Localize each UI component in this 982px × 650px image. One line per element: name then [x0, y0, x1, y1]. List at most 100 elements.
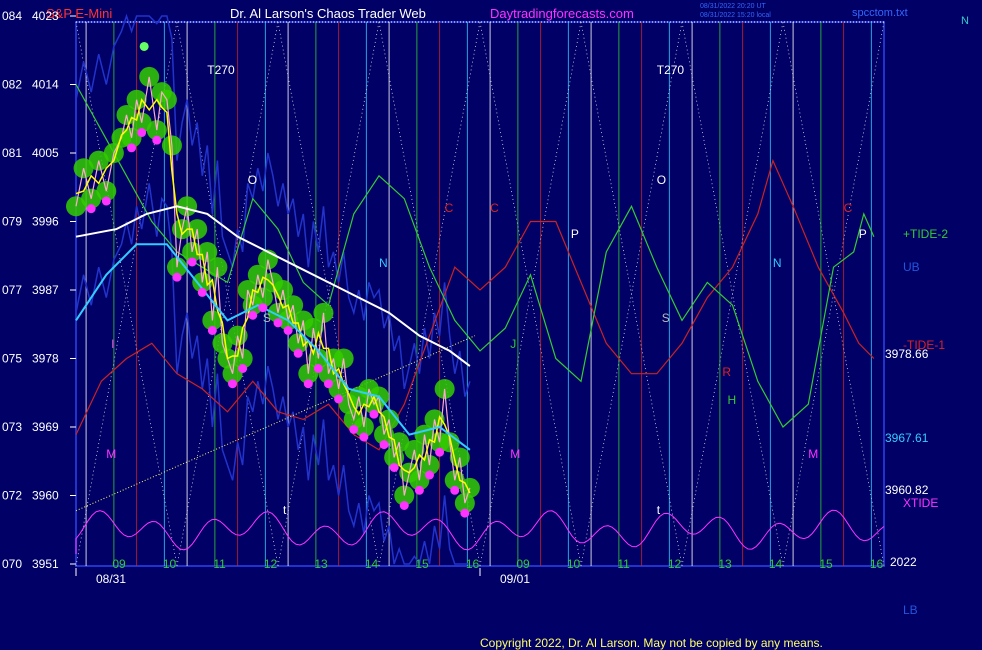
header-timestamp-utc: 08/31/2022 20:20 UT: [700, 3, 766, 10]
low-dot: [207, 325, 217, 335]
header-timestamp-local: 08/31/2022 15:20 local: [700, 12, 771, 19]
high-dot: [139, 41, 149, 51]
marker-r: R: [722, 365, 731, 379]
marker-p: P: [571, 227, 579, 241]
low-dot: [313, 364, 323, 373]
hour-label: 15: [819, 557, 833, 571]
low-dot: [414, 485, 424, 495]
label-value-price: 3960.82: [885, 483, 929, 497]
marker-c: C: [490, 201, 499, 215]
y-axis-price-label: 3951: [32, 557, 59, 571]
low-dot: [273, 318, 283, 328]
hour-label: 13: [718, 557, 732, 571]
low-dot: [425, 470, 434, 480]
marker-c: C: [844, 201, 853, 215]
low-dot: [283, 325, 293, 335]
y-axis-hi-label: 081: [2, 146, 22, 160]
low-dot: [450, 485, 460, 495]
marker-l: l: [111, 337, 114, 351]
hour-label: 09: [516, 557, 530, 571]
marker-t270: T270: [207, 63, 235, 77]
low-dot: [293, 348, 303, 358]
low-dot: [137, 128, 147, 138]
low-dot: [238, 364, 248, 373]
low-dot: [399, 501, 409, 510]
copyright-notice: Copyright 2022, Dr. Al Larson. May not b…: [480, 636, 823, 650]
date-label-2: 09/01: [500, 572, 530, 586]
low-dot: [152, 135, 162, 145]
hour-label: 09: [112, 557, 126, 571]
low-dot: [86, 204, 96, 214]
low-dot: [324, 379, 333, 389]
marker-o: O: [248, 173, 257, 187]
y-axis-price-label: 3996: [32, 215, 59, 229]
hour-label: 11: [213, 557, 226, 571]
label-value-cyan: 3967.61: [885, 431, 929, 445]
marker-m: M: [808, 447, 818, 461]
header-site: Dr. Al Larson's Chaos Trader Web: [230, 6, 426, 21]
low-dot: [359, 432, 369, 442]
y-axis-hi-label: 073: [2, 420, 22, 434]
chaos-chart: T270 T270O OC C CN NP PS SJRHM M Mt tl S&P E-Mini …: [0, 0, 982, 650]
marker-n: N: [773, 256, 782, 270]
label-tide2: +TIDE-2: [903, 227, 948, 241]
label-xtide: XTIDE: [903, 496, 938, 510]
hour-label: 15: [415, 557, 429, 571]
low-dot: [197, 287, 207, 297]
marker-s: S: [662, 311, 670, 325]
marker-j: J: [510, 337, 516, 351]
low-dot: [334, 394, 344, 404]
y-axis-hi-label: 079: [2, 215, 22, 229]
hour-label: 16: [870, 557, 884, 571]
low-dot: [460, 508, 470, 518]
y-axis-price-label: 4023: [32, 9, 59, 23]
header-file: spcctom.txt: [852, 7, 908, 19]
y-axis-price-label: 3978: [32, 352, 59, 366]
y-axis-hi-label: 072: [2, 489, 22, 503]
low-dot: [369, 409, 379, 419]
marker-s: S: [263, 311, 271, 325]
low-dot: [127, 143, 137, 153]
hour-label: 10: [163, 557, 177, 571]
hour-label: 12: [264, 557, 278, 571]
low-dot: [435, 447, 445, 457]
low-dot: [101, 196, 111, 206]
date-label-1: 08/31: [96, 572, 126, 586]
hour-label: 14: [365, 557, 379, 571]
marker-m: M: [510, 447, 520, 461]
low-dot: [379, 440, 389, 450]
low-dot: [187, 257, 197, 267]
label-ub: UB: [903, 260, 920, 274]
hour-label: 13: [314, 557, 328, 571]
y-axis-hi-label: 070: [2, 557, 22, 571]
hour-label: 10: [567, 557, 581, 571]
y-axis-hi-label: 075: [2, 352, 22, 366]
marker-c: C: [445, 201, 454, 215]
y-axis-hi-label: 077: [2, 283, 22, 297]
low-dot: [172, 272, 182, 282]
marker-p: P: [859, 227, 867, 241]
y-axis-hi-label: 082: [2, 78, 22, 92]
label-lb: LB: [903, 603, 918, 617]
marker-h: H: [727, 393, 736, 407]
low-dot: [228, 379, 238, 389]
y-axis-hi-label: 084: [2, 9, 22, 23]
hour-label: 11: [617, 557, 630, 571]
chart-background: [0, 0, 982, 650]
marker-n: N: [379, 256, 388, 270]
low-dot: [389, 462, 399, 472]
y-axis-price-label: 3960: [32, 489, 59, 503]
header-url[interactable]: Daytradingforecasts.com: [490, 6, 634, 21]
y-axis-price-label: 3987: [32, 283, 59, 297]
header-corner-n: N: [961, 15, 969, 27]
marker-o: O: [657, 173, 666, 187]
low-dot: [349, 424, 359, 434]
marker-m: M: [106, 447, 116, 461]
low-dot: [248, 310, 258, 320]
hour-label: 12: [668, 557, 682, 571]
y-axis-price-label: 4014: [32, 78, 59, 92]
hour-label: 16: [466, 557, 480, 571]
marker-t270: T270: [657, 63, 685, 77]
low-dot: [303, 379, 313, 389]
label-value-white: 3978.66: [885, 347, 929, 361]
